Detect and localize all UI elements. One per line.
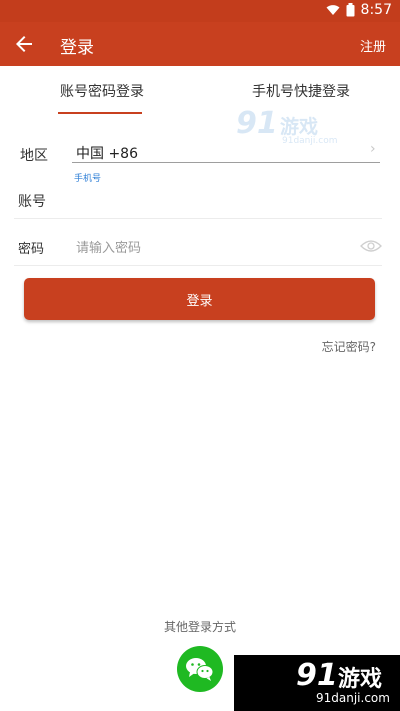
watermark-text: 游戏 xyxy=(280,116,319,138)
login-button[interactable]: 登录 xyxy=(24,278,375,320)
status-bar: 8:57 xyxy=(0,0,400,22)
other-login-label: 其他登录方式 xyxy=(163,620,236,634)
password-input[interactable] xyxy=(74,236,358,260)
wifi-icon xyxy=(326,5,340,15)
watermark-logo-bottom: 91 游戏 91danji.com xyxy=(234,655,400,711)
watermark-number: 91 xyxy=(236,106,278,141)
watermark-url: 91danji.com xyxy=(282,136,338,146)
forgot-password-link[interactable]: 忘记密码? xyxy=(322,338,376,355)
watermark-bottom-number: 91 xyxy=(296,658,338,693)
watermark-logo-top: 91 游戏 91danji.com xyxy=(236,106,338,152)
region-selector[interactable]: 中国 +86 xyxy=(76,143,138,163)
page-title: 登录 xyxy=(60,38,94,58)
app-bar: 登录 注册 xyxy=(0,22,400,66)
phone-hint: 手机号 xyxy=(74,174,102,184)
password-divider xyxy=(14,265,382,266)
region-divider xyxy=(72,162,380,163)
wechat-icon xyxy=(186,658,214,681)
status-time: 8:57 xyxy=(360,2,392,18)
register-link[interactable]: 注册 xyxy=(360,36,386,55)
account-divider xyxy=(14,218,382,219)
tab-account-password[interactable]: 账号密码登录 xyxy=(60,81,144,101)
arrow-left-icon[interactable] xyxy=(12,32,36,56)
login-tabs: 账号密码登录 手机号快捷登录 xyxy=(0,68,400,116)
watermark-bottom-text: 游戏 xyxy=(338,667,383,692)
account-input[interactable] xyxy=(74,188,378,214)
wechat-login-button[interactable] xyxy=(177,646,223,692)
chevron-right-icon[interactable]: › xyxy=(370,141,376,157)
battery-icon xyxy=(346,3,355,17)
tab-phone-quick[interactable]: 手机号快捷登录 xyxy=(252,81,350,101)
account-label: 账号 xyxy=(18,194,46,210)
eye-icon[interactable] xyxy=(360,238,382,254)
status-right: 8:57 xyxy=(326,2,392,18)
tab-active-indicator xyxy=(58,112,142,114)
region-label: 地区 xyxy=(20,148,48,164)
watermark-bottom-url: 91danji.com xyxy=(316,691,390,705)
password-label: 密码 xyxy=(18,242,45,257)
